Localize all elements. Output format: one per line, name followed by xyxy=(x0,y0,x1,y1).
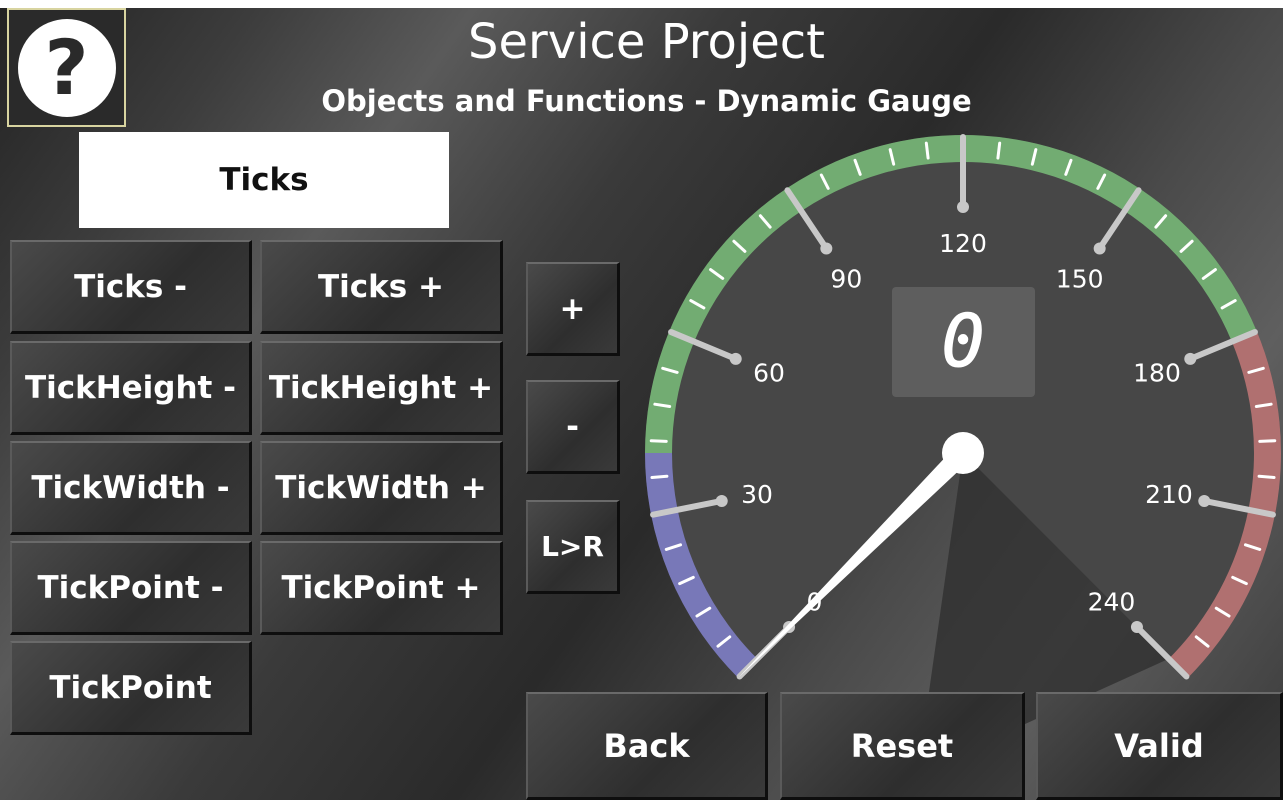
valid-button[interactable]: Valid xyxy=(1036,692,1283,800)
dynamic-gauge: 0306090120150180210240 0 xyxy=(645,134,1281,734)
gauge-tick-label: 180 xyxy=(1133,359,1181,388)
gauge-major-tick-dot xyxy=(715,494,728,507)
gauge-major-tick-dot xyxy=(1184,352,1197,365)
gauge-major-tick-dot xyxy=(957,201,969,213)
back-button[interactable]: Back xyxy=(526,692,768,800)
gauge-minor-tick xyxy=(924,141,930,160)
gauge-major-tick-dot xyxy=(1198,494,1211,507)
reset-button[interactable]: Reset xyxy=(780,692,1025,800)
gauge-minor-tick xyxy=(650,474,669,479)
gauge-tick-label: 60 xyxy=(753,359,785,388)
gauge-minor-tick xyxy=(649,439,668,443)
gauge-needle-hub xyxy=(942,432,984,474)
gauge-tick-label: 120 xyxy=(939,229,987,258)
gauge-major-tick-dot xyxy=(729,352,742,365)
gauge-tick-label: 240 xyxy=(1088,587,1136,616)
gauge-minor-tick xyxy=(1257,474,1276,479)
gauge-tick-label: 210 xyxy=(1145,480,1193,509)
gauge-minor-tick xyxy=(1258,439,1277,443)
gauge-tick-label: 90 xyxy=(830,264,862,293)
gauge-major-tick-dot xyxy=(1093,242,1106,255)
gauge-readout-value: 0 xyxy=(941,299,984,383)
gauge-minor-tick xyxy=(996,141,1002,160)
gauge-major-tick-dot xyxy=(1130,620,1143,633)
gauge-tick-label: 30 xyxy=(741,480,773,509)
gauge-tick-label: 150 xyxy=(1056,264,1104,293)
gauge-major-tick-dot xyxy=(820,242,833,255)
